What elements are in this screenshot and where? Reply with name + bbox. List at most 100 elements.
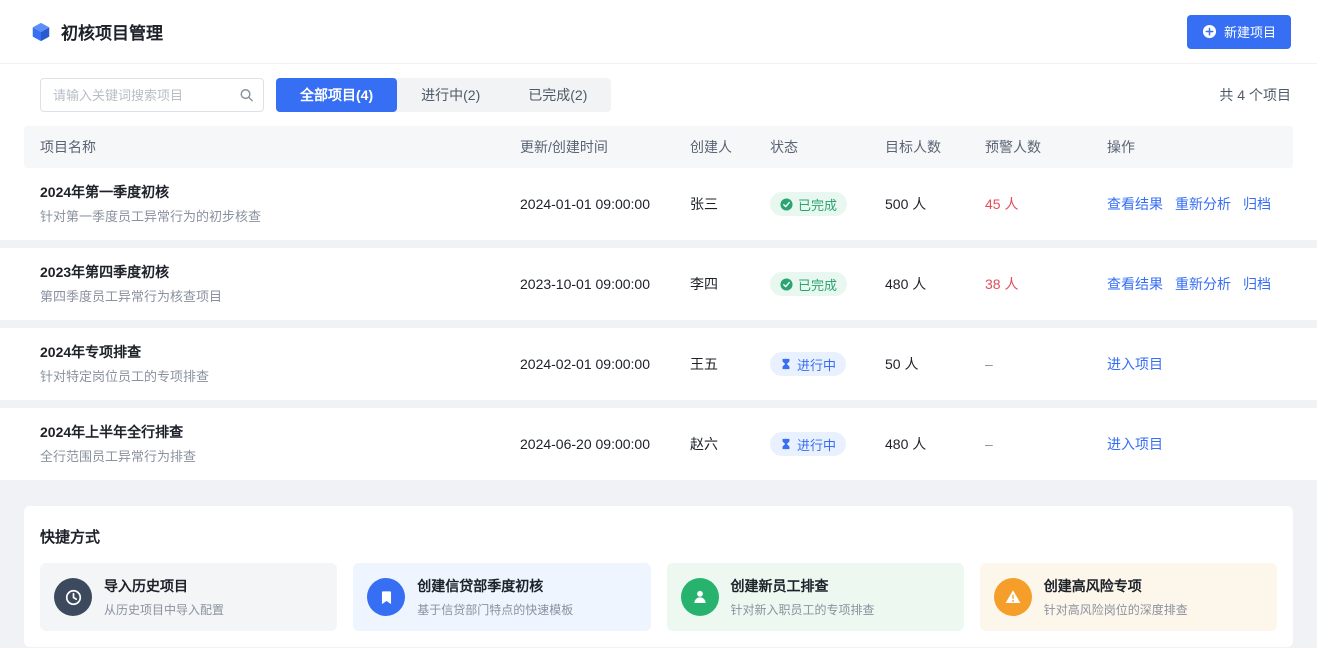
project-time: 2024-06-20 09:00:00	[520, 436, 690, 452]
shortcut-desc: 针对新入职员工的专项排查	[731, 601, 875, 618]
search-icon[interactable]	[239, 88, 254, 103]
project-name: 2024年上半年全行排查	[40, 422, 520, 442]
shortcut-text: 创建高风险专项 针对高风险岗位的深度排查	[1044, 576, 1188, 618]
shortcut-title: 创建信贷部季度初核	[417, 576, 573, 596]
shortcut-desc: 针对高风险岗位的深度排查	[1044, 601, 1188, 618]
target-count: 500 人	[885, 194, 985, 214]
status-label: 已完成	[798, 275, 837, 294]
project-status-cell: 已完成	[770, 272, 885, 296]
project-status-cell: 已完成	[770, 192, 885, 216]
row-actions: 进入项目	[1107, 354, 1277, 374]
status-badge-completed: 已完成	[770, 192, 847, 216]
project-creator: 王五	[690, 354, 770, 374]
project-status-cell: 进行中	[770, 352, 885, 376]
status-label: 进行中	[797, 355, 836, 374]
tab-completed[interactable]: 已完成(2)	[504, 78, 611, 112]
cube-logo-icon	[30, 21, 52, 43]
project-creator: 张三	[690, 194, 770, 214]
row-divider	[0, 400, 1317, 408]
action-view-results[interactable]: 查看结果	[1107, 274, 1163, 294]
project-status-cell: 进行中	[770, 432, 885, 456]
action-reanalyze[interactable]: 重新分析	[1175, 274, 1231, 294]
status-badge-completed: 已完成	[770, 272, 847, 296]
bookmark-icon	[367, 578, 405, 616]
check-circle-icon	[780, 198, 793, 211]
project-name-cell: 2024年上半年全行排查 全行范围员工异常行为排查	[40, 422, 520, 466]
shortcut-credit-dept-review[interactable]: 创建信贷部季度初核 基于信贷部门特点的快速模板	[353, 563, 650, 631]
hourglass-icon	[780, 438, 792, 450]
project-count: 共 4 个项目	[1219, 85, 1291, 105]
shortcut-title: 创建高风险专项	[1044, 576, 1188, 596]
action-enter-project[interactable]: 进入项目	[1107, 434, 1163, 454]
shortcut-high-risk-special[interactable]: 创建高风险专项 针对高风险岗位的深度排查	[980, 563, 1277, 631]
shortcut-text: 创建新员工排查 针对新入职员工的专项排查	[731, 576, 875, 618]
search-box	[40, 78, 264, 112]
warning-count: –	[985, 436, 1107, 452]
status-badge-in-progress: 进行中	[770, 432, 846, 456]
action-view-results[interactable]: 查看结果	[1107, 194, 1163, 214]
shortcut-import-history[interactable]: 导入历史项目 从历史项目中导入配置	[40, 563, 337, 631]
row-divider	[0, 320, 1317, 328]
project-name-cell: 2023年第四季度初核 第四季度员工异常行为核查项目	[40, 262, 520, 306]
project-creator: 李四	[690, 274, 770, 294]
shortcuts-card: 快捷方式 导入历史项目 从历史项目中导入配置 创建信贷部季度初核 基于信贷部门特…	[24, 506, 1293, 647]
page-title: 初核项目管理	[61, 19, 163, 44]
action-archive[interactable]: 归档	[1243, 274, 1271, 294]
project-desc: 第四季度员工异常行为核查项目	[40, 288, 520, 306]
column-header-warning: 预警人数	[985, 137, 1107, 157]
action-enter-project[interactable]: 进入项目	[1107, 354, 1163, 374]
shortcut-new-employee-check[interactable]: 创建新员工排查 针对新入职员工的专项排查	[667, 563, 964, 631]
project-time: 2023-10-01 09:00:00	[520, 276, 690, 292]
project-desc: 针对特定岗位员工的专项排查	[40, 368, 520, 386]
person-icon	[681, 578, 719, 616]
project-list-panel: 全部项目(4) 进行中(2) 已完成(2) 共 4 个项目 项目名称 更新/创建…	[0, 64, 1317, 480]
action-reanalyze[interactable]: 重新分析	[1175, 194, 1231, 214]
column-header-name: 项目名称	[40, 137, 520, 157]
column-header-creator: 创建人	[690, 137, 770, 157]
project-name-cell: 2024年专项排查 针对特定岗位员工的专项排查	[40, 342, 520, 386]
table-header-row: 项目名称 更新/创建时间 创建人 状态 目标人数 预警人数 操作	[24, 126, 1293, 168]
project-name: 2023年第四季度初核	[40, 262, 520, 282]
project-name-cell: 2024年第一季度初核 针对第一季度员工异常行为的初步核查	[40, 182, 520, 226]
target-count: 480 人	[885, 274, 985, 294]
status-badge-in-progress: 进行中	[770, 352, 846, 376]
tab-all-projects[interactable]: 全部项目(4)	[276, 78, 397, 112]
new-project-button[interactable]: 新建项目	[1187, 15, 1291, 49]
table-row: 2024年专项排查 针对特定岗位员工的专项排查 2024-02-01 09:00…	[24, 328, 1293, 400]
row-actions: 查看结果 重新分析 归档	[1107, 274, 1277, 294]
project-desc: 全行范围员工异常行为排查	[40, 448, 520, 466]
warning-count: 38 人	[985, 274, 1107, 294]
app-title-group: 初核项目管理	[30, 19, 163, 44]
project-desc: 针对第一季度员工异常行为的初步核查	[40, 208, 520, 226]
shortcut-title: 创建新员工排查	[731, 576, 875, 596]
project-time: 2024-02-01 09:00:00	[520, 356, 690, 372]
shortcut-desc: 从历史项目中导入配置	[104, 601, 224, 618]
row-actions: 进入项目	[1107, 434, 1277, 454]
tab-in-progress[interactable]: 进行中(2)	[397, 78, 504, 112]
table-row: 2024年第一季度初核 针对第一季度员工异常行为的初步核查 2024-01-01…	[24, 168, 1293, 240]
column-header-target: 目标人数	[885, 137, 985, 157]
row-divider	[0, 240, 1317, 248]
warning-count: –	[985, 356, 1107, 372]
project-name: 2024年第一季度初核	[40, 182, 520, 202]
target-count: 480 人	[885, 434, 985, 454]
table-row: 2024年上半年全行排查 全行范围员工异常行为排查 2024-06-20 09:…	[24, 408, 1293, 480]
target-count: 50 人	[885, 354, 985, 374]
table-row: 2023年第四季度初核 第四季度员工异常行为核查项目 2023-10-01 09…	[24, 248, 1293, 320]
search-input[interactable]	[40, 78, 264, 112]
filter-tabs: 全部项目(4) 进行中(2) 已完成(2)	[276, 78, 611, 112]
column-header-actions: 操作	[1107, 137, 1277, 157]
page-header: 初核项目管理 新建项目	[0, 0, 1317, 64]
shortcut-text: 导入历史项目 从历史项目中导入配置	[104, 576, 224, 618]
project-time: 2024-01-01 09:00:00	[520, 196, 690, 212]
warning-icon	[994, 578, 1032, 616]
shortcut-title: 导入历史项目	[104, 576, 224, 596]
action-archive[interactable]: 归档	[1243, 194, 1271, 214]
clock-icon	[54, 578, 92, 616]
row-actions: 查看结果 重新分析 归档	[1107, 194, 1277, 214]
shortcuts-title: 快捷方式	[40, 526, 1277, 547]
check-circle-icon	[780, 278, 793, 291]
column-header-time: 更新/创建时间	[520, 137, 690, 157]
toolbar: 全部项目(4) 进行中(2) 已完成(2) 共 4 个项目	[0, 64, 1317, 126]
status-label: 已完成	[798, 195, 837, 214]
